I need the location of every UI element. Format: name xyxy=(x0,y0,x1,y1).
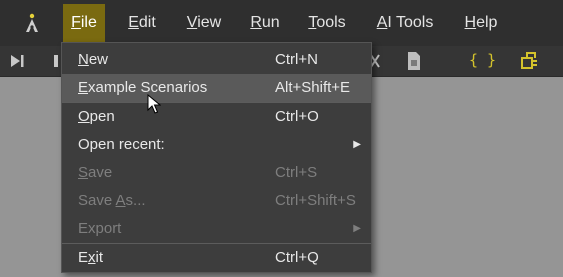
shortcut-label: Ctrl+Q xyxy=(275,249,319,266)
menu-item-save-as[interactable]: Save As... Ctrl+Shift+S xyxy=(62,187,371,215)
plugin-icon[interactable] xyxy=(518,50,540,72)
shortcut-label: Ctrl+O xyxy=(275,108,319,125)
submenu-arrow-icon: ▶ xyxy=(353,223,361,234)
menu-item-open[interactable]: Open Ctrl+O xyxy=(62,103,371,131)
menu-item-label: Open recent: xyxy=(78,136,165,153)
menu-help[interactable]: Help xyxy=(458,4,504,42)
shortcut-label: Ctrl+N xyxy=(275,51,318,68)
menu-edit[interactable]: Edit xyxy=(120,4,164,42)
menu-item-export[interactable]: Export ▶ xyxy=(62,215,371,243)
menu-file[interactable]: File xyxy=(63,4,105,42)
menu-item-example-scenarios[interactable]: Example Scenarios Alt+Shift+E xyxy=(62,74,371,102)
menu-bar: File Edit View Run Tools AI Tools Help xyxy=(0,0,563,46)
menu-run[interactable]: Run xyxy=(246,4,284,42)
shortcut-label: Ctrl+S xyxy=(275,164,318,181)
shortcut-label: Ctrl+Shift+S xyxy=(275,192,356,209)
menu-item-exit[interactable]: Exit Ctrl+Q xyxy=(62,244,371,272)
app-logo-icon xyxy=(26,13,38,32)
submenu-arrow-icon: ▶ xyxy=(353,139,361,150)
run-to-end-icon[interactable] xyxy=(8,52,26,70)
menu-ai-tools[interactable]: AI Tools xyxy=(372,4,438,42)
menu-view[interactable]: View xyxy=(181,4,227,42)
menu-tools[interactable]: Tools xyxy=(302,4,352,42)
close-icon[interactable] xyxy=(371,52,381,70)
file-icon[interactable] xyxy=(405,51,423,71)
mouse-cursor-icon xyxy=(147,94,161,114)
braces-icon[interactable]: { } xyxy=(469,51,496,69)
menu-item-label: Export xyxy=(78,220,122,237)
menu-item-new[interactable]: New Ctrl+N xyxy=(62,46,371,74)
menu-item-open-recent[interactable]: Open recent: ▶ xyxy=(62,131,371,159)
menu-item-save[interactable]: Save Ctrl+S xyxy=(62,159,371,187)
file-menu-dropdown: New Ctrl+N Example Scenarios Alt+Shift+E… xyxy=(61,42,372,273)
shortcut-label: Alt+Shift+E xyxy=(275,79,351,96)
